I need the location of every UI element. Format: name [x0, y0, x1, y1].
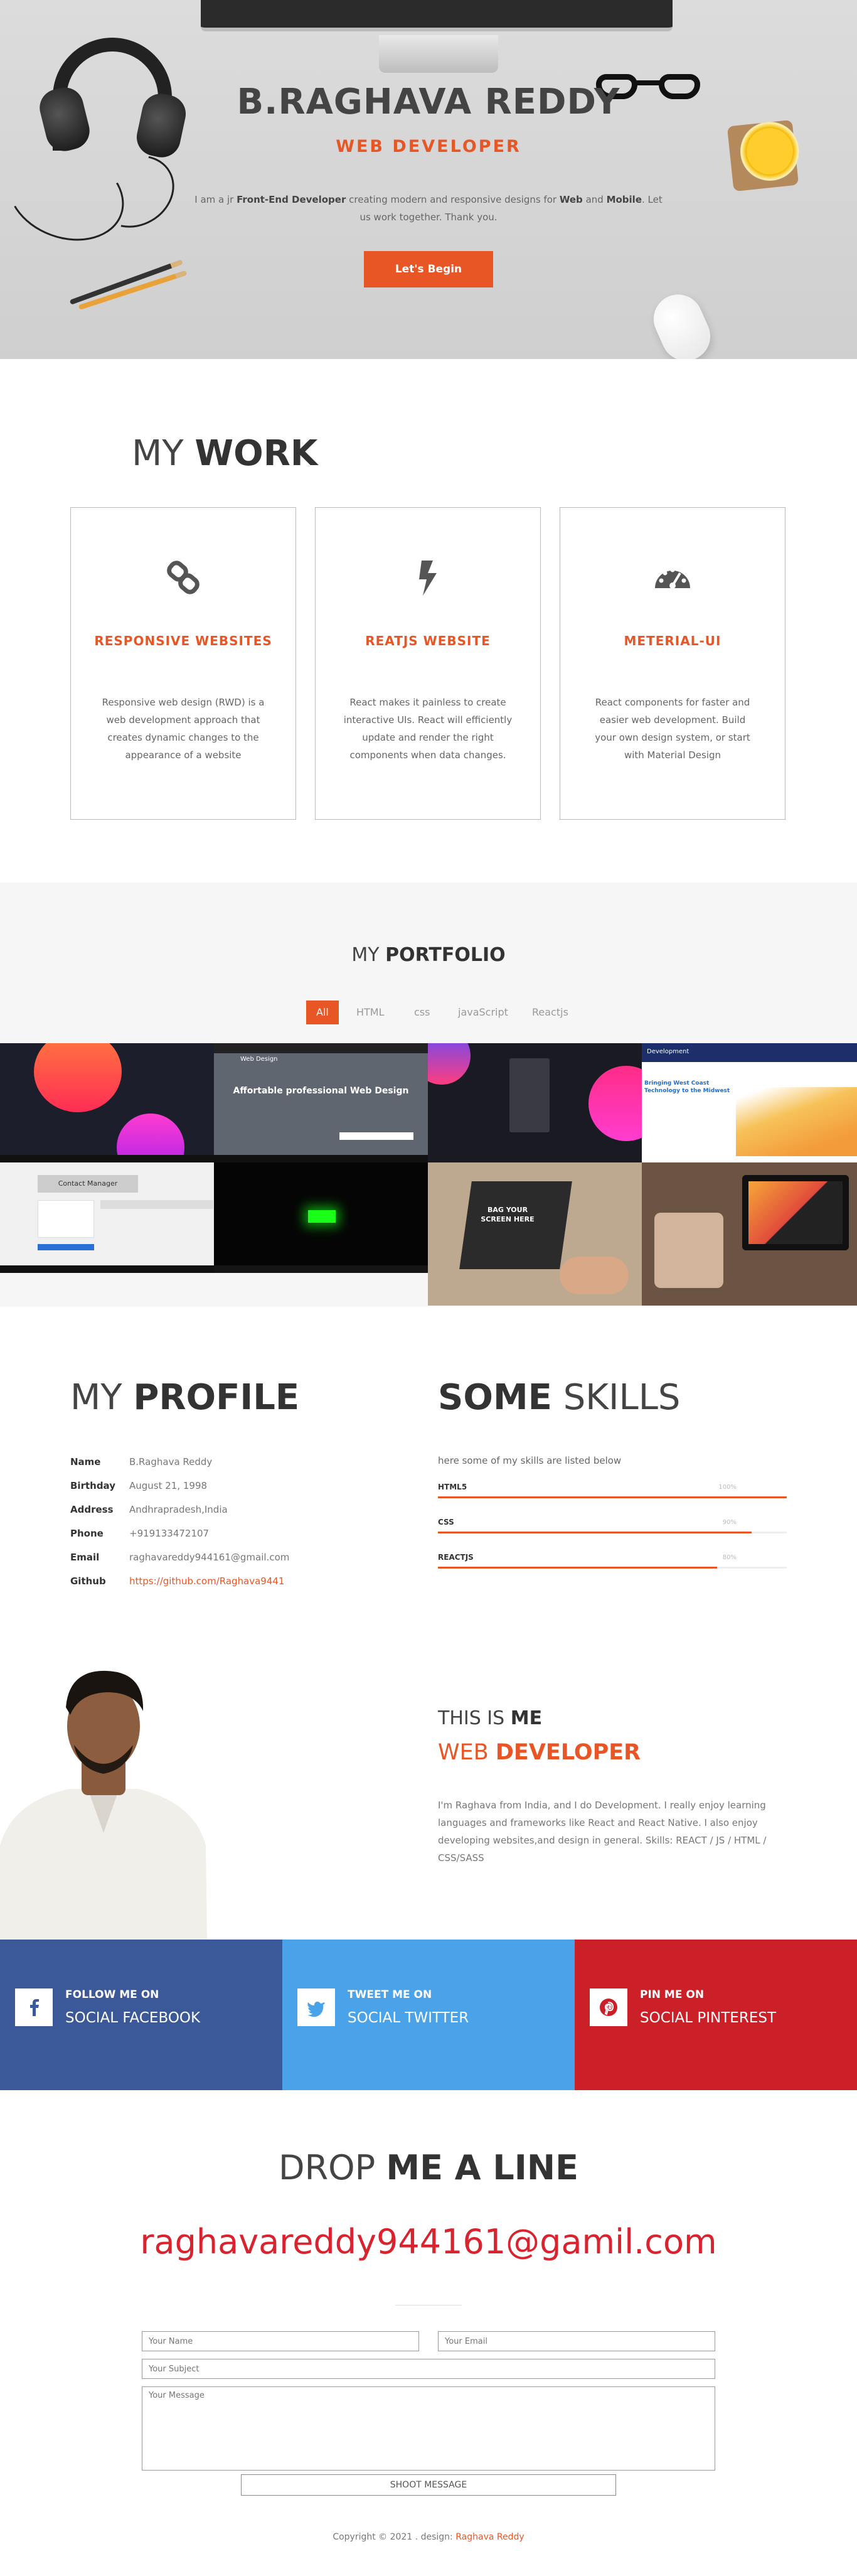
thumb-brand: Development — [647, 1048, 689, 1055]
work-card-text: React components for faster and easier w… — [595, 697, 750, 761]
work-card-responsive: RESPONSIVE WEBSITES Responsive web desig… — [70, 507, 296, 820]
hero-section: B.RAGHAVA REDDY WEB DEVELOPER I am a jr … — [0, 0, 857, 359]
filter-javascript[interactable]: javaScript — [448, 1001, 518, 1024]
bolt-icon — [419, 561, 437, 596]
portfolio-item[interactable]: BAG YOUR SCREEN HERE — [428, 1162, 642, 1306]
subject-input[interactable] — [142, 2359, 715, 2379]
github-link[interactable]: https://github.com/Raghava9441 — [129, 1575, 284, 1587]
skills-title: SOME SKILLS — [438, 1377, 681, 1418]
portfolio-title: MY PORTFOLIO — [351, 944, 506, 966]
thumb-heading: Bringing West Coast Technology to the Mi… — [644, 1080, 730, 1094]
social-facebook[interactable]: FOLLOW ME ON SOCIAL FACEBOOK — [0, 1940, 282, 2090]
dashboard-icon — [655, 567, 690, 589]
lets-begin-button[interactable]: Let's Begin — [364, 251, 493, 287]
social-line2: SOCIAL FACEBOOK — [65, 2010, 201, 2026]
skills-intro: here some of my skills are listed below — [438, 1455, 622, 1466]
filter-html[interactable]: HTML — [346, 1001, 395, 1024]
social-line1: TWEET ME ON — [348, 1988, 432, 2001]
skill-bar-fill — [438, 1496, 787, 1498]
shoot-message-button[interactable]: SHOOT MESSAGE — [241, 2474, 616, 2496]
work-card-title: REATJS WEBSITE — [365, 633, 491, 648]
footer-author-link[interactable]: Raghava Reddy — [455, 2532, 524, 2542]
pencil-illustration — [69, 259, 183, 305]
email-input[interactable] — [438, 2331, 715, 2351]
twitter-icon — [297, 1988, 335, 2026]
portfolio-item[interactable] — [642, 1162, 857, 1306]
portfolio-item[interactable] — [214, 1162, 428, 1273]
profile-title: MY PROFILE — [70, 1377, 300, 1418]
thumb-heading: BAG YOUR SCREEN HERE — [481, 1206, 535, 1223]
facebook-icon — [15, 1988, 53, 2026]
portfolio-item[interactable]: Contact Manager — [0, 1162, 214, 1273]
work-card-reactjs: REATJS WEBSITE React makes it painless t… — [315, 507, 541, 820]
skill-html5: HTML5 100% — [438, 1483, 787, 1508]
social-line2: SOCIAL TWITTER — [348, 2010, 469, 2026]
monitor-stand-illustration — [379, 35, 498, 73]
monitor-illustration — [201, 0, 673, 31]
skill-bar-fill — [438, 1532, 752, 1533]
social-line2: SOCIAL PINTEREST — [640, 2010, 777, 2026]
hero-name: B.RAGHAVA REDDY — [237, 82, 620, 122]
mouse-illustration — [646, 286, 718, 359]
thumb-brand: Web Design — [240, 1056, 278, 1063]
about-heading: THIS IS ME — [438, 1707, 543, 1729]
work-card-title: METERIAL-UI — [624, 633, 721, 648]
hero-role: WEB DEVELOPER — [336, 137, 521, 156]
portfolio-item[interactable] — [428, 1043, 642, 1162]
pinterest-icon — [590, 1988, 627, 2026]
skill-bar-fill — [438, 1567, 717, 1569]
filter-css[interactable]: css — [404, 1001, 440, 1024]
portfolio-item[interactable]: Development Bringing West Coast Technolo… — [642, 1043, 857, 1162]
about-text: I'm Raghava from India, and I do Develop… — [438, 1800, 767, 1864]
work-title: MY WORK — [132, 433, 318, 474]
footer: Copyright © 2021 . design: Raghava Reddy — [333, 2532, 524, 2542]
name-input[interactable] — [142, 2331, 419, 2351]
filter-all[interactable]: All — [306, 1001, 339, 1024]
social-line1: FOLLOW ME ON — [65, 1988, 159, 2001]
about-role: WEB DEVELOPER — [438, 1740, 641, 1765]
contact-email[interactable]: raghavareddy944161@gamil.com — [0, 2222, 857, 2262]
work-card-text: React makes it painless to create intera… — [343, 697, 513, 761]
social-line1: PIN ME ON — [640, 1988, 705, 2001]
portfolio-item[interactable]: Web Design Affortable professional Web D… — [214, 1043, 428, 1162]
work-card-title: RESPONSIVE WEBSITES — [94, 633, 272, 648]
work-card-text: Responsive web design (RWD) is a web dev… — [102, 697, 265, 761]
social-twitter[interactable]: TWEET ME ON SOCIAL TWITTER — [282, 1940, 575, 2090]
portfolio-item[interactable] — [0, 1043, 214, 1162]
profile-photo — [0, 1657, 207, 1940]
contact-title: DROP ME A LINE — [279, 2148, 578, 2187]
hero-description: I am a jr Front-End Developer creating m… — [194, 194, 663, 223]
thumb-heading: Contact Manager — [38, 1175, 138, 1193]
skill-css: CSS 90% — [438, 1518, 787, 1543]
pencil-illustration — [78, 270, 188, 310]
social-pinterest[interactable]: PIN ME ON SOCIAL PINTEREST — [575, 1940, 857, 2090]
work-card-material-ui: METERIAL-UI React components for faster … — [560, 507, 785, 820]
thumb-heading: Affortable professional Web Design — [233, 1086, 409, 1096]
filter-reactjs[interactable]: Reactjs — [522, 1001, 578, 1024]
message-input[interactable] — [142, 2386, 715, 2471]
skill-reactjs: REACTJS 80% — [438, 1553, 787, 1578]
link-icon — [167, 561, 200, 594]
